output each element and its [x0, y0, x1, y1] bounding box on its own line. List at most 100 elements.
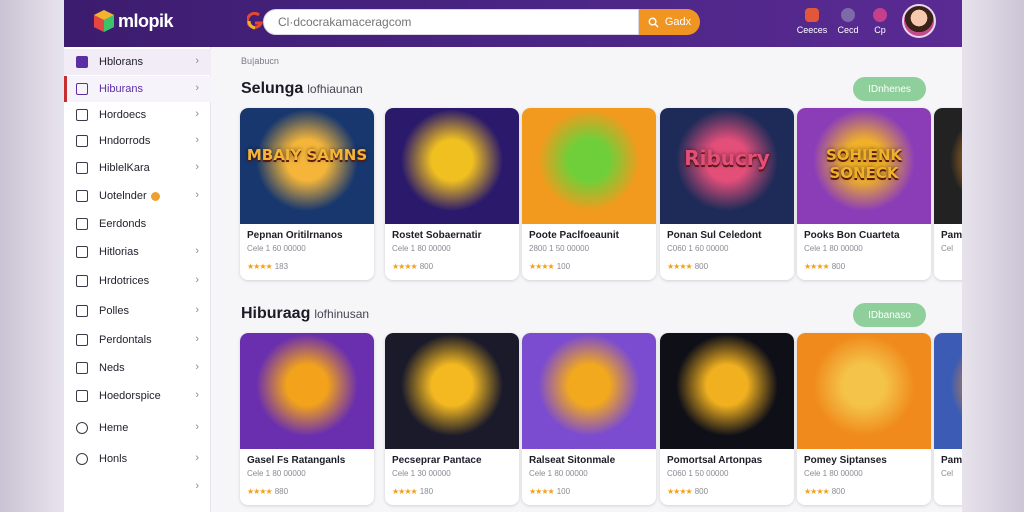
game-meta: 2800 1 50 00000 [529, 244, 590, 253]
game-title: Pomortsal Artonpas [667, 455, 763, 466]
notifications-button[interactable]: Ceeces [792, 8, 832, 35]
sidebar-item-list[interactable]: HiblelKara › [64, 155, 211, 181]
game-rating: ★★★★ 800 [392, 262, 433, 271]
section-subtitle: lofhinusan [314, 307, 370, 321]
game-card[interactable]: SOHIENK SONECK Pooks Bon Cuarteta Cele 1 8… [797, 108, 931, 280]
game-rating: ★★★★ 180 [392, 487, 433, 496]
game-card[interactable]: Pomortsal Artonpas C060 1 50 00000 ★★★★ 800 [660, 333, 794, 505]
game-rating: ★★★★ 800 [667, 262, 708, 271]
chevron-right-icon: › [195, 134, 199, 146]
game-card[interactable]: Pam Cel [934, 333, 962, 505]
sidebar-item-entertainment[interactable]: Hiburans › [64, 76, 211, 102]
star-icon: ★★★★ [804, 487, 830, 496]
sidebar-item-table[interactable]: Perdontals › [64, 327, 211, 353]
rating-count: 100 [556, 262, 571, 271]
game-thumbnail[interactable] [934, 108, 962, 224]
thumbnail-title: Ribucry [684, 146, 770, 170]
sidebar-item-label: Perdontals [99, 334, 152, 346]
sidebar-item-label: Hrdotrices [99, 275, 150, 287]
search-button[interactable]: Gadx [639, 9, 700, 35]
game-card[interactable]: Pam Cel [934, 108, 962, 280]
game-meta: Cel [941, 469, 954, 478]
sidebar-item-collection[interactable]: Hordoecs › [64, 102, 211, 128]
section-subtitle: lofhiaunan [307, 82, 363, 96]
sidebar-item-calendar[interactable]: Uotelnder › [64, 183, 211, 209]
rating-count: 183 [274, 262, 289, 271]
game-title: Rostet Sobaernatir [392, 230, 482, 241]
game-thumbnail[interactable]: Ribucry [660, 108, 794, 224]
star-icon: ★★★★ [667, 262, 693, 271]
game-thumbnail[interactable] [385, 333, 519, 449]
game-thumbnail[interactable] [660, 333, 794, 449]
game-thumbnail[interactable] [522, 333, 656, 449]
game-rating: ★★★★ 100 [529, 487, 570, 496]
star-icon: ★★★★ [247, 487, 273, 496]
game-card[interactable]: Ribucry Ponan Sul Celedont C060 1 60 00000… [660, 108, 794, 280]
sidebar-item-tag[interactable]: Polles › [64, 298, 211, 324]
rating-count: 800 [694, 487, 709, 496]
sidebar-item-gallery[interactable]: Hoedorspice › [64, 383, 211, 409]
sidebar: Hblorans › Hiburans › Hordoecs › Hndorro… [64, 47, 211, 512]
game-thumbnail[interactable] [934, 333, 962, 449]
app-window: mlopik Gadx Ceeces Cecd Cp [64, 0, 962, 512]
chevron-right-icon: › [195, 480, 199, 492]
game-thumbnail[interactable]: MBAIY SAMNS [240, 108, 374, 224]
game-title: Gasel Fs Ratanganls [247, 455, 346, 466]
favorites-button[interactable]: Cp [860, 8, 900, 35]
sidebar-item-label: Hoedorspice [99, 390, 161, 402]
game-card[interactable]: Rostet Sobaernatir Cele 1 80 00000 ★★★★ 800 [385, 108, 519, 280]
chevron-right-icon: › [195, 421, 199, 433]
game-card[interactable]: Ralseat Sitonmale Cele 1 80 00000 ★★★★ 100 [522, 333, 656, 505]
game-thumbnail[interactable] [522, 108, 656, 224]
search-icon [648, 17, 659, 28]
see-all-button[interactable]: IDnhenes [853, 77, 926, 101]
logo-icon[interactable] [92, 9, 116, 33]
section-title: Hiburaag lofhinusan [241, 305, 369, 323]
brand-name[interactable]: mlopik [118, 11, 174, 32]
sidebar-item-globe[interactable]: Heme › [64, 415, 211, 441]
thumbnail-title: SOHIENK SONECK [825, 146, 903, 182]
sidebar-item-flag[interactable]: Neds › [64, 355, 211, 381]
breadcrumb[interactable]: Bu|abucn [241, 56, 279, 66]
sidebar-item-more[interactable]: › [64, 474, 211, 500]
game-title: Pam [941, 230, 962, 241]
game-rating: ★★★★ 800 [804, 262, 845, 271]
sidebar-item-bookmark[interactable]: Hndorrods › [64, 128, 211, 154]
game-card[interactable]: Pomey Siptanses Cele 1 80 00000 ★★★★ 800 [797, 333, 931, 505]
game-rating: ★★★★ 800 [667, 487, 708, 496]
home-icon [76, 56, 88, 68]
rating-count: 800 [694, 262, 709, 271]
avatar[interactable] [902, 4, 936, 38]
chevron-right-icon: › [195, 189, 199, 201]
star-icon: ★★★★ [247, 262, 273, 271]
game-card[interactable]: Gasel Fs Ratanganls Cele 1 80 00000 ★★★★ 88… [240, 333, 374, 505]
game-thumbnail[interactable] [240, 333, 374, 449]
sidebar-item-label: Eerdonds [99, 218, 147, 230]
game-meta: Cele 1 80 00000 [804, 469, 863, 478]
game-meta: Cele 1 80 00000 [529, 469, 588, 478]
search-input[interactable] [263, 9, 639, 35]
sidebar-item-label: Honls [99, 453, 128, 465]
game-rating: ★★★★ 800 [804, 487, 845, 496]
game-meta: Cele 1 30 00000 [392, 469, 451, 478]
game-card[interactable]: Poote Paclfoeaunit 2800 1 50 00000 ★★★★ 100 [522, 108, 656, 280]
sidebar-item-grid[interactable]: Hitlorias › [64, 239, 211, 265]
sidebar-item-home[interactable]: Hblorans › [64, 49, 211, 75]
gallery-icon [76, 390, 88, 402]
see-all-button[interactable]: IDbanaso [853, 303, 926, 327]
sidebar-item-chart[interactable]: Hrdotrices › [64, 268, 211, 294]
game-thumbnail[interactable] [385, 108, 519, 224]
chart-icon [76, 275, 88, 287]
game-card[interactable]: Pecseprar Pantace Cele 1 30 00000 ★★★★ 180 [385, 333, 519, 505]
game-thumbnail[interactable] [797, 333, 931, 449]
settings-icon [76, 453, 88, 465]
sidebar-item-settings[interactable]: Honls › [64, 446, 211, 472]
calendar-icon [76, 190, 88, 202]
game-rating: ★★★★ 183 [247, 262, 288, 271]
sidebar-item-document[interactable]: Eerdonds [64, 211, 211, 237]
game-thumbnail[interactable]: SOHIENK SONECK [797, 108, 931, 224]
game-meta: C060 1 60 00000 [667, 244, 729, 253]
game-title: Pepnan Oritilrnanos [247, 230, 343, 241]
game-card[interactable]: MBAIY SAMNS Pepnan Oritilrnanos Cele 1 60 … [240, 108, 374, 280]
chevron-right-icon: › [195, 304, 199, 316]
